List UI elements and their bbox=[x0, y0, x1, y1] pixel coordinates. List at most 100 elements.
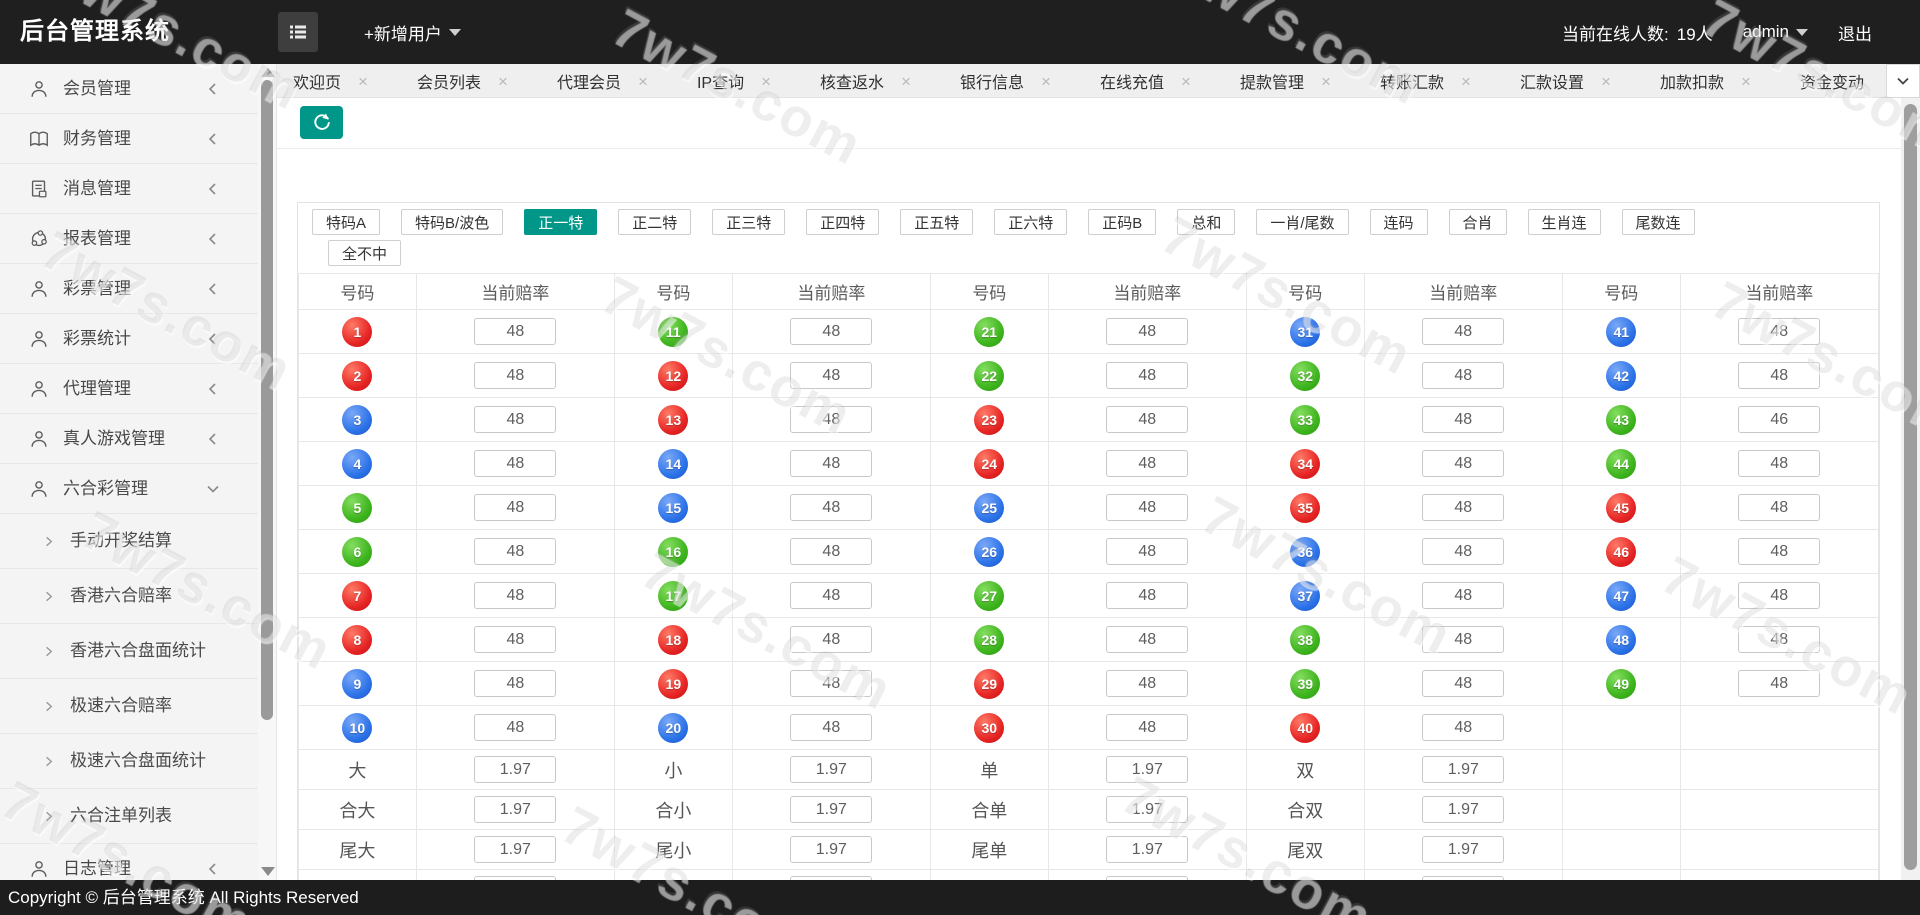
sidebar-item-代理管理[interactable]: 代理管理 bbox=[0, 364, 258, 414]
odds-input[interactable] bbox=[1106, 450, 1188, 477]
main-scrollbar[interactable] bbox=[1901, 98, 1920, 880]
odds-input[interactable] bbox=[1106, 836, 1188, 863]
odds-input[interactable] bbox=[1422, 494, 1504, 521]
close-icon[interactable]: × bbox=[761, 73, 771, 90]
odds-input[interactable] bbox=[790, 362, 872, 389]
scroll-down-icon[interactable] bbox=[261, 867, 275, 876]
tab-欢迎页[interactable]: 欢迎页× bbox=[293, 69, 368, 93]
odds-input[interactable] bbox=[790, 494, 872, 521]
refresh-button[interactable] bbox=[300, 106, 343, 139]
filter-button-特码A[interactable]: 特码A bbox=[312, 209, 380, 235]
odds-input[interactable] bbox=[1106, 670, 1188, 697]
sidebar-subitem-极速六合盘面统计[interactable]: 极速六合盘面统计 bbox=[0, 734, 258, 789]
odds-input[interactable] bbox=[474, 538, 556, 565]
odds-input[interactable] bbox=[790, 582, 872, 609]
odds-input[interactable] bbox=[1422, 406, 1504, 433]
close-icon[interactable]: × bbox=[1461, 73, 1471, 90]
odds-input[interactable] bbox=[790, 836, 872, 863]
odds-input[interactable] bbox=[1738, 670, 1820, 697]
tab-提款管理[interactable]: 提款管理× bbox=[1240, 69, 1331, 93]
odds-input[interactable] bbox=[1106, 582, 1188, 609]
filter-button-正五特[interactable]: 正五特 bbox=[900, 209, 973, 235]
odds-input[interactable] bbox=[1738, 450, 1820, 477]
sidebar-item-彩票管理[interactable]: 彩票管理 bbox=[0, 264, 258, 314]
odds-input[interactable] bbox=[474, 362, 556, 389]
odds-input[interactable] bbox=[1422, 538, 1504, 565]
odds-input[interactable] bbox=[474, 318, 556, 345]
odds-input[interactable] bbox=[1738, 362, 1820, 389]
odds-input[interactable] bbox=[1106, 406, 1188, 433]
odds-input[interactable] bbox=[474, 796, 556, 823]
odds-input[interactable] bbox=[790, 318, 872, 345]
odds-input[interactable] bbox=[1738, 626, 1820, 653]
odds-input[interactable] bbox=[474, 494, 556, 521]
odds-input[interactable] bbox=[1106, 756, 1188, 783]
filter-button-连码[interactable]: 连码 bbox=[1370, 209, 1428, 235]
close-icon[interactable]: × bbox=[498, 73, 508, 90]
tabs-more-button[interactable] bbox=[1886, 64, 1920, 98]
odds-input[interactable] bbox=[790, 538, 872, 565]
logout-button[interactable]: 退出 bbox=[1838, 20, 1872, 45]
sidebar-item-彩票统计[interactable]: 彩票统计 bbox=[0, 314, 258, 364]
filter-button-特码B/波色[interactable]: 特码B/波色 bbox=[401, 209, 503, 235]
odds-input[interactable] bbox=[474, 670, 556, 697]
odds-input[interactable] bbox=[1106, 626, 1188, 653]
tab-IP查询[interactable]: IP查询× bbox=[697, 69, 771, 93]
odds-input[interactable] bbox=[474, 450, 556, 477]
close-icon[interactable]: × bbox=[1321, 73, 1331, 90]
admin-dropdown[interactable]: admin bbox=[1743, 22, 1808, 42]
close-icon[interactable]: × bbox=[1041, 73, 1051, 90]
tab-会员列表[interactable]: 会员列表× bbox=[417, 69, 508, 93]
tab-在线充值[interactable]: 在线充值× bbox=[1100, 69, 1191, 93]
close-icon[interactable]: × bbox=[901, 73, 911, 90]
tab-资金变动[interactable]: 资金变动 bbox=[1800, 69, 1864, 93]
sidebar-subitem-极速六合赔率[interactable]: 极速六合赔率 bbox=[0, 679, 258, 734]
close-icon[interactable]: × bbox=[1181, 73, 1191, 90]
sidebar-scrollbar[interactable] bbox=[258, 64, 277, 880]
filter-button-尾数连[interactable]: 尾数连 bbox=[1622, 209, 1695, 235]
odds-input[interactable] bbox=[1106, 318, 1188, 345]
odds-input[interactable] bbox=[1738, 582, 1820, 609]
odds-input[interactable] bbox=[790, 450, 872, 477]
odds-input[interactable] bbox=[1738, 494, 1820, 521]
odds-input[interactable] bbox=[1106, 362, 1188, 389]
odds-input[interactable] bbox=[1106, 714, 1188, 741]
odds-input[interactable] bbox=[1738, 318, 1820, 345]
add-user-dropdown[interactable]: +新增用户 bbox=[364, 0, 461, 64]
odds-input[interactable] bbox=[1422, 796, 1504, 823]
odds-input[interactable] bbox=[1422, 318, 1504, 345]
close-icon[interactable]: × bbox=[358, 73, 368, 90]
odds-input[interactable] bbox=[790, 626, 872, 653]
menu-toggle-button[interactable] bbox=[278, 12, 318, 52]
filter-button-总和[interactable]: 总和 bbox=[1177, 209, 1235, 235]
odds-input[interactable] bbox=[1422, 450, 1504, 477]
filter-button-正三特[interactable]: 正三特 bbox=[712, 209, 785, 235]
sidebar-subitem-香港六合盘面统计[interactable]: 香港六合盘面统计 bbox=[0, 624, 258, 679]
sidebar-subitem-手动开奖结算[interactable]: 手动开奖结算 bbox=[0, 514, 258, 569]
odds-input[interactable] bbox=[474, 582, 556, 609]
odds-input[interactable] bbox=[1106, 494, 1188, 521]
odds-input[interactable] bbox=[790, 796, 872, 823]
sidebar-item-报表管理[interactable]: 报表管理 bbox=[0, 214, 258, 264]
odds-input[interactable] bbox=[1422, 670, 1504, 697]
sidebar-item-日志管理[interactable]: 日志管理 bbox=[0, 844, 258, 880]
close-icon[interactable]: × bbox=[1601, 73, 1611, 90]
odds-input[interactable] bbox=[790, 406, 872, 433]
sidebar-subitem-六合注单列表[interactable]: 六合注单列表 bbox=[0, 789, 258, 844]
sidebar-item-会员管理[interactable]: 会员管理 bbox=[0, 64, 258, 114]
odds-input[interactable] bbox=[474, 714, 556, 741]
filter-button-全不中[interactable]: 全不中 bbox=[328, 240, 401, 266]
scroll-up-icon[interactable] bbox=[261, 68, 275, 77]
sidebar-subitem-香港六合赔率[interactable]: 香港六合赔率 bbox=[0, 569, 258, 624]
odds-input[interactable] bbox=[1422, 836, 1504, 863]
main-scrollbar-thumb[interactable] bbox=[1904, 104, 1917, 870]
odds-input[interactable] bbox=[1738, 406, 1820, 433]
close-icon[interactable]: × bbox=[1741, 73, 1751, 90]
close-icon[interactable]: × bbox=[638, 73, 648, 90]
tab-代理会员[interactable]: 代理会员× bbox=[557, 69, 648, 93]
tab-加款扣款[interactable]: 加款扣款× bbox=[1660, 69, 1751, 93]
odds-input[interactable] bbox=[1422, 626, 1504, 653]
filter-button-正码B[interactable]: 正码B bbox=[1088, 209, 1156, 235]
filter-button-生肖连[interactable]: 生肖连 bbox=[1528, 209, 1601, 235]
odds-input[interactable] bbox=[474, 836, 556, 863]
